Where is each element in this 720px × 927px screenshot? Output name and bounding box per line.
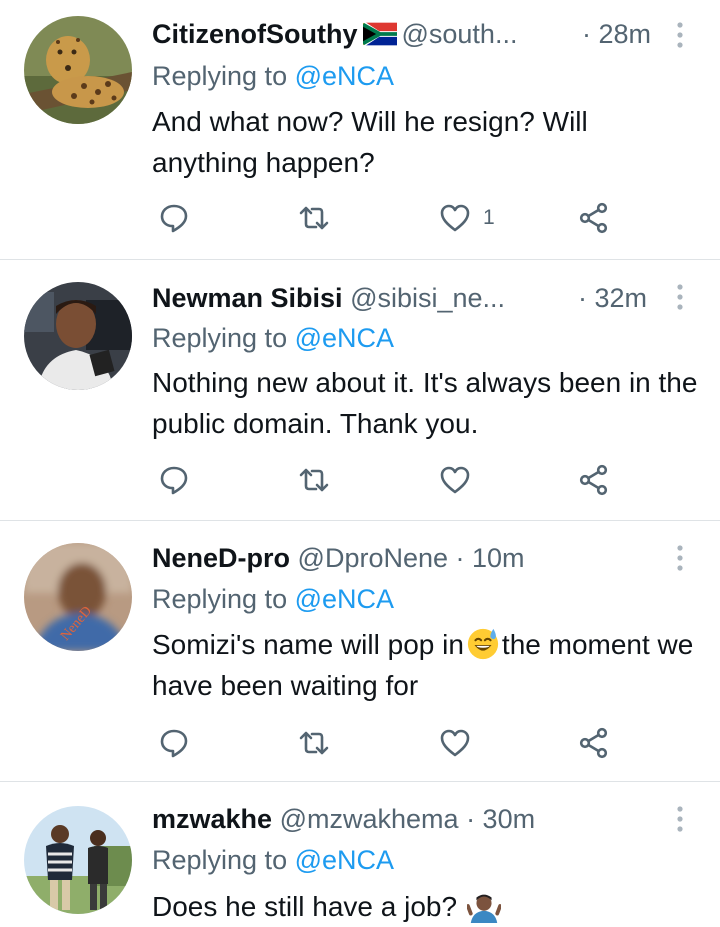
blurred-avatar-icon: NeneD: [24, 543, 132, 651]
handle[interactable]: @south...: [401, 19, 517, 49]
replying-to: Replying to @eNCA: [152, 56, 394, 96]
tweet-text: And what now? Will he resign? Will anyth…: [152, 106, 588, 178]
tweet-actions: [152, 723, 622, 763]
replying-to-label: Replying to: [152, 845, 288, 875]
display-name[interactable]: NeneD-pro: [152, 543, 290, 573]
timestamp[interactable]: · 10m: [456, 543, 525, 573]
man-shrugging-emoji-icon: [466, 894, 501, 923]
avatar[interactable]: NeneD: [24, 543, 132, 651]
like-button[interactable]: [439, 723, 471, 763]
replying-to: Replying to @eNCA: [152, 579, 394, 619]
tweet-text-part: Does he still have a job?: [152, 891, 458, 922]
reply-icon: [160, 204, 188, 233]
retweet-button[interactable]: [298, 460, 330, 500]
reply-icon: [160, 466, 188, 495]
reply-button[interactable]: [158, 723, 190, 763]
retweet-icon: [299, 206, 329, 230]
like-count: 1: [483, 206, 495, 229]
divider: [0, 781, 720, 782]
handle[interactable]: @sibisi_ne...: [350, 283, 505, 313]
more-options-icon[interactable]: [668, 20, 692, 50]
more-options-icon[interactable]: [668, 543, 692, 573]
retweet-button[interactable]: [298, 198, 330, 238]
more-options-icon[interactable]: [668, 282, 692, 312]
heart-icon: [440, 729, 470, 757]
mention-link[interactable]: @eNCA: [295, 845, 394, 875]
replying-to-label: Replying to: [152, 323, 288, 353]
mention-link[interactable]: @eNCA: [295, 323, 394, 353]
tweet-actions: 1: [152, 198, 622, 238]
retweet-icon: [299, 731, 329, 755]
tweet-header: mzwakhe @mzwakhema · 30m: [152, 799, 662, 839]
share-icon: [579, 202, 608, 234]
share-icon: [579, 464, 608, 496]
retweet-icon: [299, 468, 329, 492]
tweet-header: CitizenofSouthy @south... · 28m: [152, 14, 662, 54]
mention-link[interactable]: @eNCA: [295, 584, 394, 614]
handle[interactable]: @mzwakhema: [280, 804, 459, 834]
tweet-text: Does he still have a job?: [152, 886, 700, 927]
share-icon: [579, 727, 608, 759]
display-name[interactable]: mzwakhe: [152, 804, 272, 834]
replying-to: Replying to @eNCA: [152, 840, 394, 880]
share-button[interactable]: [578, 460, 610, 500]
replying-to: Replying to @eNCA: [152, 318, 394, 358]
tweet-text: Somizi's name will pop in the moment we …: [152, 624, 700, 706]
display-name[interactable]: Newman Sibisi: [152, 283, 343, 313]
tweet-actions: [152, 460, 622, 500]
timestamp[interactable]: · 28m: [582, 14, 651, 54]
tweet-text-part: Somizi's name will pop in: [152, 629, 464, 660]
heart-icon: [440, 466, 470, 494]
leopard-avatar-icon: [24, 16, 132, 124]
reply-button[interactable]: [158, 460, 190, 500]
more-options-icon[interactable]: [668, 804, 692, 834]
divider: [0, 520, 720, 521]
retweet-button[interactable]: [298, 723, 330, 763]
south-africa-flag-icon: [363, 21, 398, 46]
display-name[interactable]: CitizenofSouthy: [152, 19, 357, 49]
tweet-text: Nothing new about it. It's always been i…: [152, 367, 698, 439]
share-button[interactable]: [578, 723, 610, 763]
like-button[interactable]: [439, 460, 471, 500]
replying-to-label: Replying to: [152, 584, 288, 614]
divider: [0, 259, 720, 260]
timestamp[interactable]: · 30m: [466, 804, 535, 834]
like-button[interactable]: 1: [439, 198, 495, 238]
avatar[interactable]: [24, 16, 132, 124]
man-avatar-icon: [24, 282, 132, 390]
avatar[interactable]: [24, 806, 132, 914]
replying-to-label: Replying to: [152, 61, 288, 91]
tweet-header: Newman Sibisi @sibisi_ne... · 32m: [152, 278, 662, 318]
mention-link[interactable]: @eNCA: [295, 61, 394, 91]
avatar[interactable]: [24, 282, 132, 390]
couple-avatar-icon: [24, 806, 132, 914]
tweet-header: NeneD-pro @DproNene · 10m: [152, 538, 662, 578]
heart-icon: [440, 204, 470, 232]
share-button[interactable]: [578, 198, 610, 238]
reply-icon: [160, 729, 188, 758]
timestamp[interactable]: · 32m: [578, 278, 647, 318]
sweat-smile-emoji-icon: [467, 628, 499, 660]
reply-button[interactable]: [158, 198, 190, 238]
handle[interactable]: @DproNene: [298, 543, 448, 573]
